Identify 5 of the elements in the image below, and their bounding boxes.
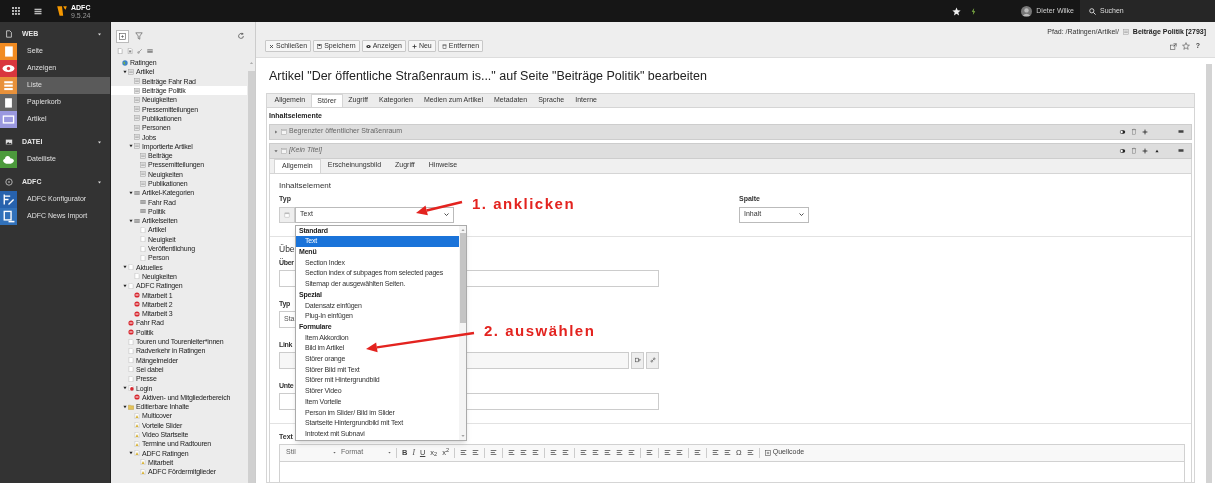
annotation-text: 2. auswählen: [484, 321, 596, 341]
section-heading: Übe: [279, 242, 295, 255]
page-heading: Artikel "Der öffentliche Straßenraum is..." auf Seite "Beiträge Politik" bearbeiten: [269, 68, 708, 85]
annotation-text: 1. anklicken: [472, 194, 576, 214]
section-heading: Inhaltselement: [279, 179, 333, 191]
